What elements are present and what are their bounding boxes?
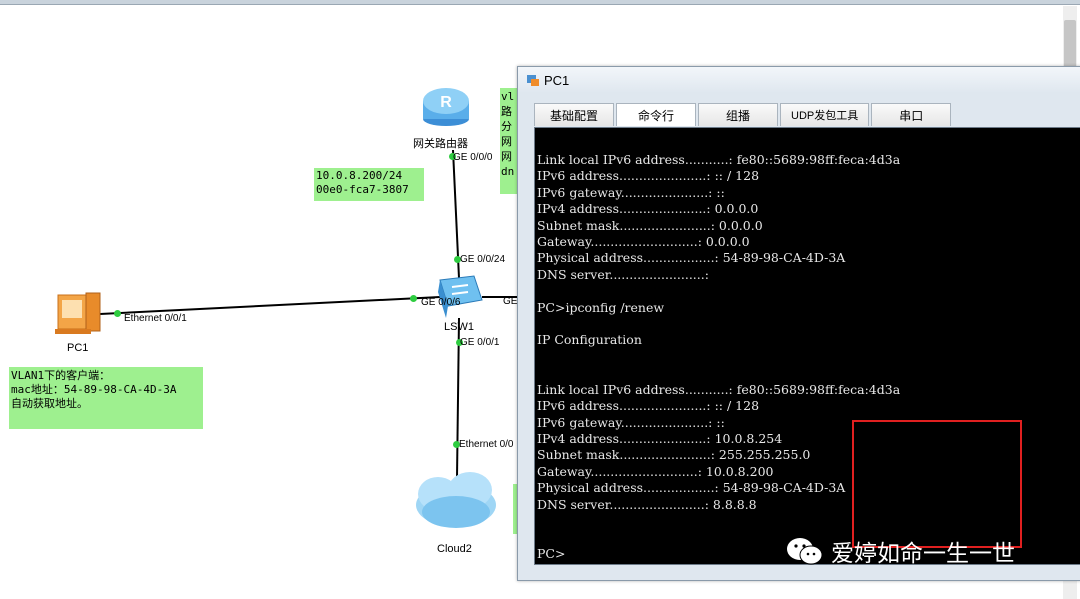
window-tabs: 基础配置 命令行 组播 UDP发包工具 串口 <box>534 103 953 126</box>
wechat-icon <box>787 538 823 565</box>
port-dot-pc <box>114 310 121 317</box>
tab-command-line[interactable]: 命令行 <box>616 103 696 126</box>
router-address-note[interactable]: 10.0.8.200/24 00e0-fca7-3807 <box>314 168 424 201</box>
svg-text:R: R <box>440 94 452 111</box>
cloud-label[interactable]: Cloud2 <box>437 543 472 555</box>
pc-port-label: Ethernet 0/0/1 <box>124 313 187 324</box>
switch-port-up-label: GE 0/0/24 <box>460 254 506 265</box>
router-label[interactable]: 网关路由器 <box>413 135 468 151</box>
pc-label[interactable]: PC1 <box>67 342 88 354</box>
router-port-label: GE 0/0/0 <box>453 152 493 163</box>
watermark-text: 爱婷如命一生一世 <box>831 540 1015 566</box>
port-dot-switch-left <box>410 295 417 302</box>
window-titlebar[interactable]: PC1 <box>518 67 1080 93</box>
tab-udp-tool[interactable]: UDP发包工具 <box>780 103 870 126</box>
cloud-port-label: Ethernet 0/0 <box>459 439 514 450</box>
tab-basic-config[interactable]: 基础配置 <box>534 103 614 126</box>
window-title: PC1 <box>544 72 570 88</box>
console-terminal[interactable]: Link local IPv6 address...........: fe80… <box>534 127 1080 565</box>
link-pc-switch <box>99 296 441 315</box>
switch-label[interactable]: LSW1 <box>444 321 474 333</box>
tab-multicast[interactable]: 组播 <box>698 103 778 126</box>
pc-icon <box>55 292 101 334</box>
router-icon: R <box>423 88 469 126</box>
watermark: 爱婷如命一生一世 <box>785 534 1015 568</box>
switch-port-left-label: GE 0/0/6 <box>421 297 461 308</box>
app-icon <box>526 73 540 87</box>
cloud-icon <box>416 472 496 528</box>
switch-port-down-label: GE 0/0/1 <box>460 337 500 348</box>
switch-port-right-label: GE <box>503 296 518 307</box>
tab-serial[interactable]: 串口 <box>871 103 952 126</box>
highlight-box <box>852 420 1022 548</box>
client-note[interactable]: VLAN1下的客户端： mac地址：54-89-98-CA-4D-3A 自动获取… <box>9 367 203 429</box>
pc1-console-window[interactable]: PC1 基础配置 命令行 组播 UDP发包工具 串口 Link local IP… <box>517 66 1080 581</box>
